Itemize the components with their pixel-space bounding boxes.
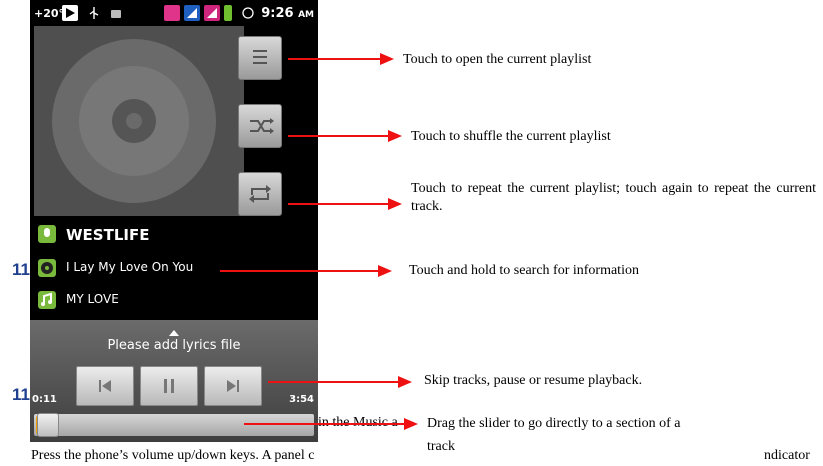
arrow-skip — [268, 381, 402, 383]
clock: 9:26 AM — [261, 6, 314, 21]
arrow-playlist — [288, 58, 380, 60]
elapsed-time: 0:11 — [32, 394, 57, 405]
arrowhead-slider — [404, 418, 418, 430]
repeat-button[interactable] — [238, 172, 282, 216]
track-title-row[interactable]: I Lay My Love On You — [38, 258, 308, 280]
playlist-button[interactable] — [238, 36, 282, 80]
album-row[interactable]: MY LOVE — [38, 290, 308, 312]
disc-icon — [38, 259, 56, 277]
music-note-icon — [38, 291, 56, 309]
doc-press-line: Press the phone’s volume up/down keys. A… — [31, 448, 315, 463]
arrowhead-search — [378, 265, 392, 277]
music-player-screen: +20° 9:26 AM WESTLIFE I Lay My Love On Y… — [30, 0, 318, 442]
status-bar: +20° 9:26 AM — [30, 0, 318, 26]
annotation-skip: Skip tracks, pause or resume playback. — [424, 373, 643, 388]
annotation-search: Touch and hold to search for information — [409, 263, 639, 278]
annotation-slider-line1: Drag the slider to go directly to a sect… — [427, 416, 681, 431]
seek-handle[interactable] — [37, 413, 59, 437]
arrowhead-shuffle — [388, 130, 402, 142]
list-icon — [239, 50, 281, 83]
artist-row[interactable]: WESTLIFE — [38, 224, 308, 246]
arrow-search — [220, 270, 384, 272]
arrowhead-playlist — [380, 53, 394, 65]
next-button[interactable] — [204, 366, 262, 406]
usb-icon — [86, 5, 102, 21]
annotation-repeat: Touch to repeat the current playlist; to… — [411, 181, 816, 214]
sim-card-icon — [164, 5, 180, 21]
arrow-repeat — [288, 203, 388, 205]
annotation-slider-line2: track — [427, 439, 455, 454]
repeat-icon — [239, 185, 281, 219]
arrow-slider — [244, 423, 406, 425]
play-status-icon — [62, 5, 78, 21]
margin-number-2: 11 — [12, 385, 30, 404]
margin-number-1: 11 — [12, 260, 30, 279]
album-art — [34, 26, 244, 216]
doc-indicator-text: ndicator — [764, 448, 810, 463]
signal-icon-2 — [204, 5, 220, 21]
alarm-icon — [240, 5, 256, 21]
pause-icon — [141, 379, 197, 409]
microphone-icon — [38, 225, 56, 243]
annotation-playlist: Touch to open the current playlist — [403, 52, 592, 67]
annotation-shuffle: Touch to shuffle the current playlist — [411, 129, 611, 144]
arrowhead-repeat — [388, 198, 402, 210]
album-name: MY LOVE — [66, 292, 119, 306]
arrow-shuffle — [288, 135, 388, 137]
lyrics-prompt: Please add lyrics file — [107, 338, 241, 353]
skip-previous-icon — [77, 380, 133, 409]
android-debug-icon — [108, 5, 124, 21]
pause-button[interactable] — [140, 366, 198, 406]
shuffle-button[interactable] — [238, 104, 282, 148]
shuffle-icon — [239, 118, 281, 151]
artist-name: WESTLIFE — [66, 226, 150, 244]
track-title: I Lay My Love On You — [66, 260, 194, 274]
seek-bar[interactable] — [34, 414, 314, 436]
battery-icon — [224, 5, 232, 21]
previous-button[interactable] — [76, 366, 134, 406]
skip-next-icon — [205, 380, 261, 409]
temperature-text: +20° — [34, 7, 65, 20]
arrowhead-skip — [398, 376, 412, 388]
signal-icon-1 — [184, 5, 200, 21]
total-duration: 3:54 — [289, 394, 314, 405]
